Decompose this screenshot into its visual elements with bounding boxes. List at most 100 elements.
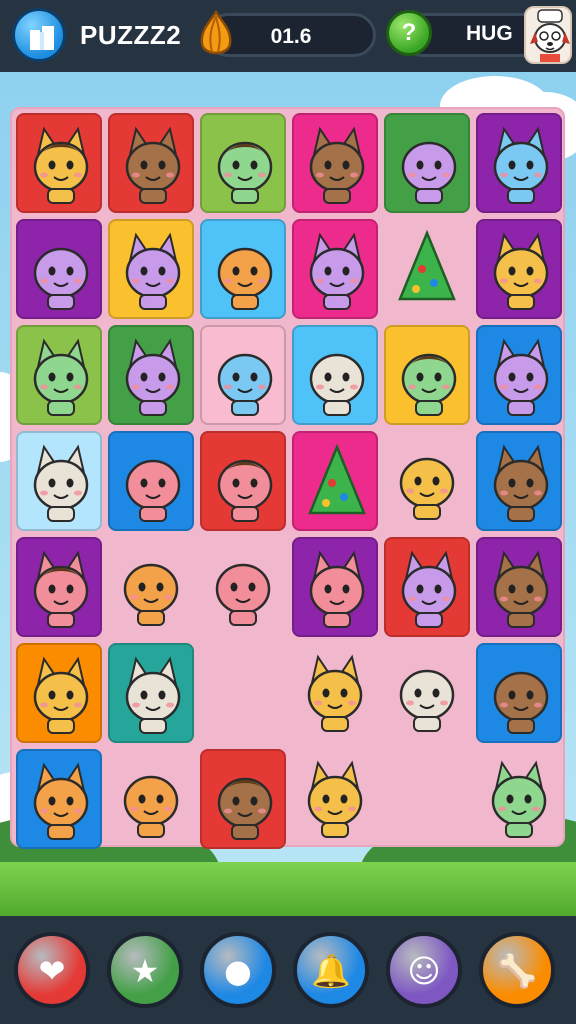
yellow-cat-sad-icon	[33, 762, 89, 840]
tile-teal-cat[interactable]	[108, 325, 194, 425]
tile-monkey[interactable]	[476, 431, 562, 531]
bear-with-bowler-hat-icon	[125, 126, 181, 204]
tile-blue-cat-with-crown[interactable]	[292, 537, 378, 637]
gear-smiley-icon: ☺	[407, 952, 441, 990]
tile-yellow-pirate-cat[interactable]	[476, 537, 562, 637]
white-chef-bear-icon	[125, 656, 181, 734]
tile-red-green-ball-creature[interactable]	[292, 325, 378, 425]
grass	[0, 862, 576, 916]
star-powerup[interactable]: ★	[107, 932, 183, 1008]
purple-cat-icon	[125, 232, 181, 310]
onion-bulb-icon	[200, 9, 232, 55]
tile-brown-dog[interactable]	[292, 219, 378, 319]
tile-blue-cat[interactable]	[292, 113, 378, 213]
pink-blob-cat-icon	[401, 550, 457, 628]
tile-yellow-bird[interactable]	[108, 431, 194, 531]
bone-powerup[interactable]: 🦴	[479, 932, 555, 1008]
red-octopus-icon	[493, 671, 549, 734]
yellow-lemon-creature-icon	[215, 563, 271, 626]
tile-calico-cat[interactable]	[16, 643, 102, 743]
puzzle-board	[10, 107, 565, 849]
brown-chipmunk-icon	[307, 760, 363, 838]
tile-blue-balloon-creature[interactable]	[384, 431, 470, 531]
brown-cow-icon	[33, 338, 89, 416]
green-cat-icon	[491, 760, 547, 838]
tile-pink-blob-cat[interactable]	[384, 537, 470, 637]
home-button[interactable]	[12, 8, 66, 62]
tile-blue-bird-blob[interactable]	[108, 749, 194, 849]
bell-powerup[interactable]: 🔔	[293, 932, 369, 1008]
tile-purple-cat[interactable]	[108, 219, 194, 319]
orange-balloon-fish-icon	[33, 247, 89, 310]
tile-brown-squirrel[interactable]	[292, 643, 378, 743]
tile-orange-fox[interactable]	[476, 219, 562, 319]
tile-bear-with-bowler-hat[interactable]	[108, 113, 194, 213]
heart-bomb-icon: ❤	[38, 952, 66, 990]
tile-pink-cat[interactable]	[16, 431, 102, 531]
boy-brown-hair-icon	[217, 459, 273, 522]
tile-white-chef-bear[interactable]	[108, 643, 194, 743]
orange-fox-icon	[493, 232, 549, 310]
mint-frog-icon	[399, 669, 455, 732]
red-green-ball-creature-icon	[309, 353, 365, 416]
brown-dog-icon	[309, 232, 365, 310]
tile-blue-fish-ball[interactable]	[200, 325, 286, 425]
blue-cat-with-crown-icon	[309, 550, 365, 628]
empty-icon	[384, 749, 470, 849]
red-green-ball-icon	[401, 141, 457, 204]
heart-bomb-powerup[interactable]: ❤	[14, 932, 90, 1008]
tile-orange-balloon-fish[interactable]	[16, 219, 102, 319]
red-robot-icon	[217, 247, 273, 310]
yellow-cat-icon	[493, 338, 549, 416]
tile-orange-haired-cat[interactable]	[476, 113, 562, 213]
blue-whale-icon	[123, 563, 179, 626]
yellow-bird-icon	[125, 459, 181, 522]
tile-christmas-tree-snake[interactable]	[292, 431, 378, 531]
tile-white-haired-girl[interactable]	[200, 113, 286, 213]
home-icon	[30, 26, 54, 50]
teal-cat-icon	[125, 338, 181, 416]
bomb-timer-icon: ●	[224, 952, 252, 990]
tile-brown-haired-cat-boy[interactable]	[16, 113, 102, 213]
tile-christmas-tree[interactable]	[384, 219, 470, 319]
tile-red-octopus[interactable]	[476, 643, 562, 743]
blue-bird-blob-icon	[123, 775, 179, 838]
tile-yellow-cat-sad[interactable]	[16, 749, 102, 849]
tile-blue-whale[interactable]	[108, 537, 194, 637]
brown-squirrel-icon	[307, 654, 363, 732]
orange-haired-cat-icon	[493, 126, 549, 204]
tile-boy-brown-hair[interactable]	[200, 431, 286, 531]
top-bar: PUZZZ2 01.6 ? HUG	[0, 0, 576, 72]
brown-cat-girl-icon	[33, 550, 89, 628]
tile-brown-chipmunk[interactable]	[292, 749, 378, 849]
white-haired-girl-icon	[217, 141, 273, 204]
tile-green-cat[interactable]	[476, 749, 562, 849]
boy-with-cap-icon	[401, 353, 457, 416]
hint-button[interactable]: ?	[386, 10, 432, 56]
gear-smiley-powerup[interactable]: ☺	[386, 932, 462, 1008]
app-title: PUZZZ2	[80, 20, 182, 50]
tile-brown-cow[interactable]	[16, 325, 102, 425]
tile-red-green-ball[interactable]	[384, 113, 470, 213]
empty-tile[interactable]	[384, 749, 470, 849]
empty-icon	[200, 643, 286, 743]
tile-mint-frog[interactable]	[384, 643, 470, 743]
question-mark-icon: ?	[401, 19, 417, 46]
tile-boy-green-shirt[interactable]	[200, 749, 286, 849]
tile-yellow-lemon-creature[interactable]	[200, 537, 286, 637]
hint-label: HUG	[466, 22, 513, 45]
tile-yellow-cat[interactable]	[476, 325, 562, 425]
brown-haired-cat-boy-icon	[33, 126, 89, 204]
blue-balloon-creature-icon	[399, 457, 455, 520]
christmas-tree-snake-icon	[308, 443, 366, 515]
tile-red-robot[interactable]	[200, 219, 286, 319]
bomb-timer-powerup[interactable]: ●	[200, 932, 276, 1008]
empty-tile[interactable]	[200, 643, 286, 743]
boy-green-shirt-icon	[217, 777, 273, 840]
avatar[interactable]	[524, 6, 572, 64]
dog-chef-avatar-icon	[530, 9, 570, 62]
bone-icon: 🦴	[497, 952, 537, 990]
powerup-bar: ❤ ★ ● 🔔 ☺ 🦴	[0, 916, 576, 1024]
tile-boy-with-cap[interactable]	[384, 325, 470, 425]
tile-brown-cat-girl[interactable]	[16, 537, 102, 637]
